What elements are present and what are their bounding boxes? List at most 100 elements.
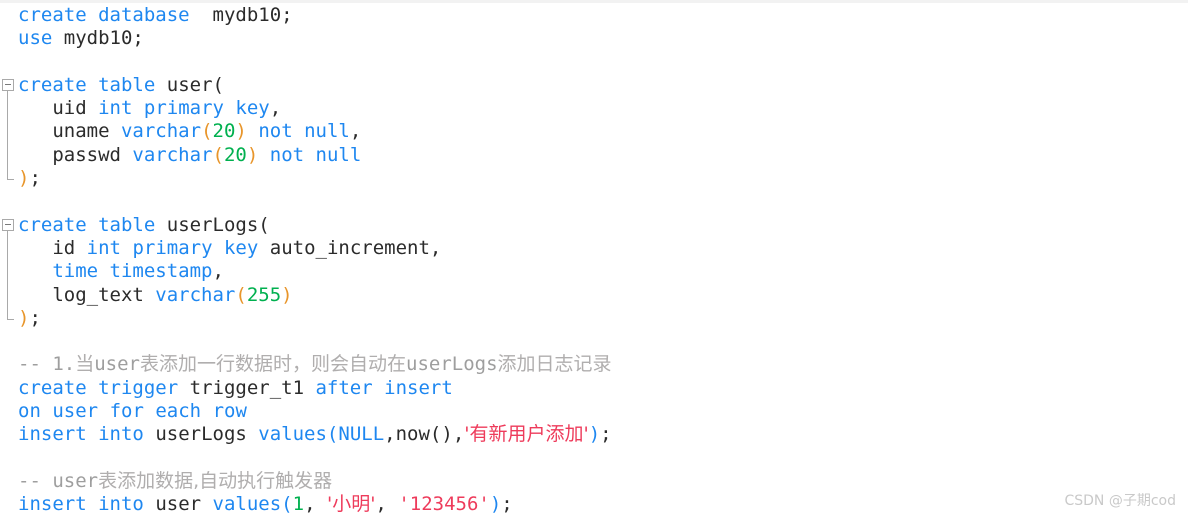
token-punc — [75, 237, 86, 259]
token-punc — [144, 493, 155, 515]
token-punc — [98, 260, 109, 282]
token-punc: , — [212, 260, 224, 283]
token-paren-b: ) — [489, 493, 502, 516]
token-paren-o: ) — [246, 143, 259, 166]
token-punc: , — [375, 493, 399, 516]
token-paren-o: ( — [235, 283, 247, 306]
token-punc — [52, 27, 63, 49]
token-punc — [247, 423, 258, 445]
code-line[interactable]: insert into user values(1, '小明', '123456… — [0, 493, 1188, 516]
token-kw: table — [98, 213, 156, 236]
token-punc — [247, 120, 258, 142]
token-kw: key — [223, 236, 259, 259]
token-cmt: -- — [18, 469, 53, 492]
code-line[interactable]: create table user( — [0, 74, 1188, 97]
token-kw: insert — [18, 493, 87, 516]
token-kw: for — [109, 400, 144, 423]
token-kw: create — [18, 213, 87, 236]
token-id: uid — [52, 97, 87, 120]
token-id: mydb10 — [212, 4, 282, 26]
token-cmt-cjk: 当 — [75, 353, 95, 376]
code-line[interactable]: time timestamp, — [0, 260, 1188, 283]
code-line[interactable]: create table userLogs( — [0, 214, 1188, 237]
token-punc — [18, 120, 52, 142]
code-line[interactable]: use mydb10; — [0, 27, 1188, 50]
code-line[interactable] — [0, 330, 1188, 353]
csdn-watermark: CSDN @子期cod — [1064, 493, 1176, 509]
token-punc: , — [349, 120, 362, 143]
code-line[interactable]: ); — [0, 307, 1188, 330]
code-line[interactable]: passwd varchar(20) not null — [0, 144, 1188, 167]
token-punc — [87, 377, 98, 399]
token-kw: not — [258, 120, 293, 143]
token-num: 20 — [212, 120, 236, 143]
token-punc — [87, 74, 98, 96]
token-kw: values — [258, 423, 327, 446]
token-kw: on — [18, 400, 41, 423]
token-kw: use — [18, 27, 53, 50]
code-line[interactable]: -- 1.当user表添加一行数据时，则会自动在userLogs添加日志记录 — [0, 353, 1188, 376]
token-id: user — [155, 493, 202, 516]
token-id: passwd — [52, 143, 121, 166]
token-punc: ; — [501, 493, 513, 516]
token-kw: each — [155, 400, 202, 423]
token-kw: varchar — [132, 143, 213, 166]
token-punc: ( — [258, 213, 270, 236]
token-punc — [87, 493, 98, 515]
token-kw: into — [98, 423, 144, 446]
code-line[interactable]: insert into userLogs values(NULL,now(),'… — [0, 423, 1188, 446]
token-cmt-cjk: 表添加一行数据时，则会自动在 — [139, 353, 406, 376]
code-line[interactable]: create database mydb10; — [0, 4, 1188, 27]
code-line[interactable]: log_text varchar(255) — [0, 284, 1188, 307]
token-kw: trigger — [98, 376, 179, 399]
code-line[interactable]: create trigger trigger_t1 after insert — [0, 377, 1188, 400]
token-punc — [18, 284, 52, 306]
token-punc — [18, 97, 52, 119]
token-punc — [132, 97, 143, 119]
token-cmt-cjk: 表添加数据,自动执行触发器 — [98, 469, 333, 492]
token-paren-o: ) — [18, 167, 30, 190]
token-punc — [304, 377, 315, 399]
token-kw: varchar — [155, 283, 236, 306]
token-punc: , — [269, 97, 282, 120]
token-punc — [121, 237, 132, 259]
code-line[interactable]: -- user表添加数据,自动执行触发器 — [0, 470, 1188, 493]
token-kw: primary — [143, 97, 224, 120]
token-punc — [87, 4, 98, 26]
token-punc: , — [304, 493, 327, 516]
token-kw: NULL — [338, 423, 385, 446]
token-kw: insert — [18, 423, 87, 446]
token-punc — [110, 120, 121, 142]
code-line[interactable]: id int primary key auto_increment, — [0, 237, 1188, 260]
token-id: userLogs — [166, 213, 259, 236]
token-cmt-cjk: 添加日志记录 — [497, 353, 612, 376]
token-str: '有新用户添加' — [464, 423, 589, 446]
token-punc: () — [429, 423, 453, 446]
token-punc — [144, 400, 155, 422]
code-line[interactable]: uname varchar(20) not null, — [0, 120, 1188, 143]
token-id: id — [52, 236, 76, 259]
code-line[interactable] — [0, 51, 1188, 74]
code-line[interactable] — [0, 190, 1188, 213]
sql-editor[interactable]: create database mydb10; use mydb10; creat… — [0, 0, 1188, 517]
code-content[interactable]: create database mydb10; use mydb10; creat… — [0, 0, 1188, 517]
token-kw: not — [269, 143, 305, 166]
token-punc — [258, 144, 269, 166]
token-paren-o: ( — [201, 120, 213, 143]
code-line[interactable] — [0, 447, 1188, 470]
token-punc — [18, 237, 52, 259]
code-line[interactable]: uid int primary key, — [0, 97, 1188, 120]
token-punc — [18, 144, 52, 166]
code-line[interactable]: on user for each row — [0, 400, 1188, 423]
token-cmt: -- 1. — [18, 353, 76, 376]
token-kw: create — [18, 73, 87, 96]
token-str: '小明' — [326, 493, 376, 516]
token-punc: , — [452, 423, 465, 446]
token-punc: ; — [132, 27, 144, 50]
token-num: 1 — [292, 493, 305, 516]
token-punc: ; — [29, 167, 41, 190]
token-punc — [87, 97, 98, 119]
code-line[interactable]: ); — [0, 167, 1188, 190]
token-punc — [293, 120, 304, 142]
token-kw: null — [304, 120, 350, 143]
